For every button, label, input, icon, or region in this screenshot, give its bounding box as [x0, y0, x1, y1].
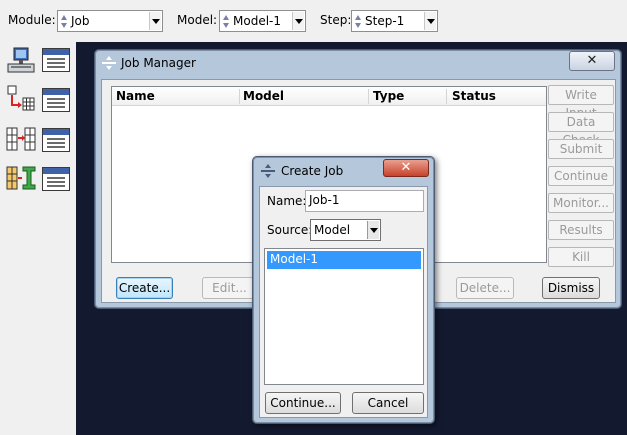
spinner-icon[interactable] [354, 13, 363, 29]
cosimulation-manager-panel-icon[interactable] [42, 167, 70, 191]
create-job-dialog: Create Job ✕ Name: Job-1 Source: Model M… [252, 156, 435, 424]
results-button[interactable]: Results [548, 220, 614, 240]
source-label: Source: [267, 223, 313, 237]
module-combo[interactable]: Job [57, 10, 163, 32]
job-name-input[interactable]: Job-1 [305, 190, 424, 212]
source-select[interactable]: Model [310, 219, 381, 241]
chevron-down-icon[interactable] [149, 12, 161, 30]
create-job-body: Name: Job-1 Source: Model Model-1 Contin… [259, 186, 428, 418]
column-status[interactable]: Status [452, 89, 496, 103]
step-value: Step-1 [365, 14, 405, 28]
data-check-button[interactable]: Data Check [548, 112, 614, 147]
column-type[interactable]: Type [373, 89, 404, 103]
column-name[interactable]: Name [116, 89, 155, 103]
write-input-button[interactable]: Write Input [548, 85, 614, 120]
coupled-analysis-icon[interactable] [6, 126, 36, 154]
spinner-icon[interactable] [222, 13, 231, 29]
chevron-down-icon[interactable] [367, 221, 379, 239]
kill-button[interactable]: Kill [548, 247, 614, 267]
create-button[interactable]: Create... [116, 277, 173, 299]
model-combo[interactable]: Model-1 [219, 10, 306, 32]
dialog-title: Job Manager [121, 56, 196, 70]
continue-button[interactable]: Continue... [265, 392, 341, 414]
submit-button[interactable]: Submit [548, 139, 614, 159]
job-computer-icon[interactable] [6, 47, 36, 75]
adaptivity-icon[interactable] [6, 85, 36, 113]
adaptivity-manager-panel-icon[interactable] [42, 88, 70, 112]
dialog-icon [261, 164, 275, 178]
close-button[interactable]: ✕ [383, 159, 429, 177]
model-label: Model: [177, 13, 218, 27]
monitor-button[interactable]: Monitor... [548, 193, 614, 213]
model-value: Model-1 [233, 14, 281, 28]
continue-job-button[interactable]: Continue [548, 166, 614, 186]
table-header: Name Model Type Status [112, 87, 546, 106]
list-item[interactable]: Model-1 [267, 251, 421, 269]
step-label: Step: [320, 13, 352, 27]
column-model[interactable]: Model [243, 89, 284, 103]
model-list[interactable]: Model-1 [264, 248, 424, 385]
step-combo[interactable]: Step-1 [351, 10, 438, 32]
cosimulation-icon[interactable] [6, 165, 36, 193]
chevron-down-icon[interactable] [424, 12, 436, 30]
module-label: Module: [8, 13, 56, 27]
chevron-down-icon[interactable] [292, 12, 304, 30]
edit-button[interactable]: Edit... [202, 277, 257, 299]
dialog-icon [102, 56, 116, 70]
context-bar: Module: Job Model: Model-1 Step: Step-1 [0, 0, 627, 42]
close-button[interactable]: ✕ [569, 51, 615, 71]
source-value: Model [314, 223, 351, 237]
spinner-icon[interactable] [60, 13, 69, 29]
toolbox [0, 42, 76, 435]
dialog-title: Create Job [281, 164, 344, 178]
name-label: Name: [267, 194, 307, 208]
module-value: Job [71, 14, 90, 28]
dismiss-button[interactable]: Dismiss [542, 277, 600, 299]
delete-button[interactable]: Delete... [456, 277, 514, 299]
cancel-button[interactable]: Cancel [352, 392, 424, 414]
coupled-manager-panel-icon[interactable] [42, 128, 70, 152]
job-manager-panel-icon[interactable] [42, 48, 70, 72]
